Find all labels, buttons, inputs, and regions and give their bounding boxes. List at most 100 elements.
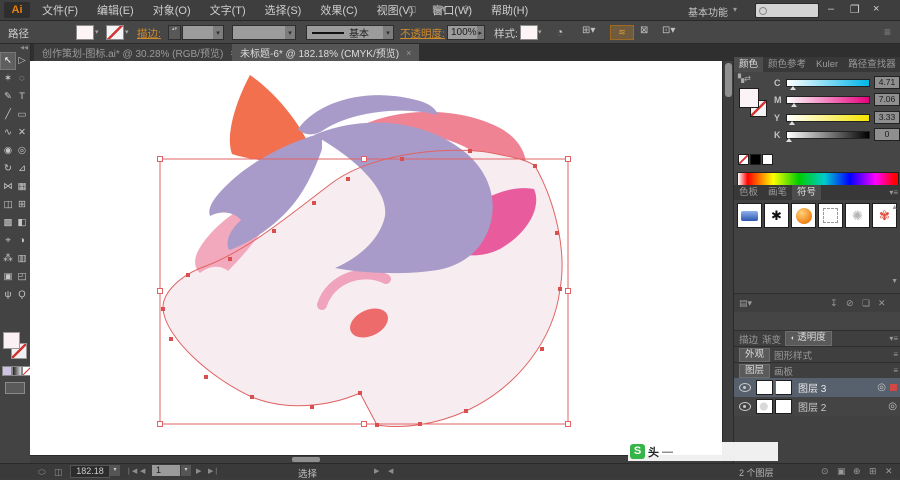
tool-symbol-sprayer[interactable]: ⁂ <box>1 251 15 267</box>
tool-line[interactable]: ╱ <box>1 107 15 123</box>
clipping-mask-icon[interactable]: ▣ <box>837 466 846 477</box>
scroll-up-icon[interactable]: ▲ <box>891 204 898 211</box>
opacity-field[interactable]: 100% ▸ <box>447 25 485 40</box>
layer-thumbnail[interactable] <box>775 380 792 395</box>
tool-direct-selection[interactable]: ▷ <box>15 53 29 69</box>
white-swatch[interactable] <box>762 154 773 165</box>
black-slider-thumb[interactable] <box>786 138 792 142</box>
menu-effect[interactable]: 效果(C) <box>320 2 357 18</box>
menu-file[interactable]: 文件(F) <box>42 2 78 18</box>
workspace-caret-icon[interactable]: ▾ <box>733 5 737 14</box>
tool-graph[interactable]: ▥ <box>15 251 29 267</box>
tool-hand[interactable]: ψ <box>1 287 15 303</box>
tab-swatches[interactable]: 色板 <box>734 185 763 200</box>
stroke-weight-dropdown[interactable]: ▾ <box>182 25 224 40</box>
first-artboard-icon[interactable]: ❘◀ <box>126 467 137 475</box>
tool-zoom[interactable]: Ϙ <box>15 287 29 303</box>
new-sublayer-icon[interactable]: ⊕ <box>853 466 861 477</box>
tool-slice[interactable]: ◰ <box>15 269 29 285</box>
delete-symbol-icon[interactable]: ✕ <box>878 298 886 309</box>
tool-pencil[interactable]: ◎ <box>15 143 29 159</box>
symbol-banner-blue[interactable] <box>737 203 762 228</box>
menu-type[interactable]: 文字(T) <box>210 2 246 18</box>
shape-mode-icon[interactable]: ≋ <box>610 25 634 40</box>
vertical-scrollbar-thumb[interactable] <box>725 63 732 97</box>
symbol-frame-dashed[interactable] <box>818 203 843 228</box>
gradient-mode-button[interactable] <box>12 366 22 376</box>
tool-type[interactable]: T <box>15 89 29 105</box>
recolor-artwork-icon[interactable]: ◔ <box>556 25 563 39</box>
none-swatch[interactable] <box>738 154 749 165</box>
share-icon[interactable]: ◫ <box>54 467 63 478</box>
menu-select[interactable]: 选择(S) <box>265 2 302 18</box>
tool-mesh[interactable]: ▩ <box>1 215 15 231</box>
splitter-right-icon[interactable]: ▶ <box>374 467 379 475</box>
brush-definition-dropdown[interactable]: 基本 ▾ <box>306 25 394 40</box>
delete-layer-icon[interactable]: ✕ <box>885 466 893 477</box>
tab-color[interactable]: 颜色 <box>734 57 764 72</box>
stroke-weight-label[interactable]: 描边: <box>137 26 161 41</box>
style-swatch[interactable] <box>520 25 538 40</box>
chevron-down-icon[interactable]: ▾ <box>213 26 223 39</box>
window-minimize-button[interactable]: – <box>828 3 834 15</box>
tool-pen[interactable]: ✎ <box>1 89 15 105</box>
color-mode-button[interactable] <box>2 366 12 376</box>
layer-name[interactable]: 图层 3 <box>798 380 826 395</box>
chevron-down-icon[interactable]: ▸ <box>476 26 484 39</box>
screen-mode-button[interactable] <box>5 382 25 394</box>
splitter-left-icon[interactable]: ◀ <box>388 467 393 475</box>
close-icon[interactable]: × <box>406 48 411 58</box>
toolbar-fill-swatch[interactable] <box>3 332 20 349</box>
symbol-library-icon[interactable]: ▤▾ <box>739 298 752 309</box>
tab-brushes[interactable]: 画笔 <box>763 185 792 200</box>
tool-selection[interactable]: ↖ <box>0 52 16 70</box>
tool-width[interactable]: ⋈ <box>1 179 15 195</box>
tools-panel-collapse-icon[interactable]: ◀◀ <box>0 45 30 51</box>
align-icon[interactable]: ⊞▾ <box>582 25 595 36</box>
tool-blend[interactable]: ◑ <box>15 233 29 249</box>
cyan-slider[interactable] <box>786 79 870 87</box>
tab-artboards[interactable]: 画板 <box>774 364 793 378</box>
bridge-icon[interactable]: ◻ <box>408 4 416 15</box>
magenta-value[interactable]: 7.06 <box>874 93 900 106</box>
tool-gradient[interactable]: ◧ <box>15 215 29 231</box>
tool-rectangle[interactable]: ▭ <box>15 107 29 123</box>
cyan-slider-thumb[interactable] <box>790 86 796 90</box>
yellow-slider[interactable] <box>786 114 870 122</box>
artboard-number-field[interactable]: 1 <box>152 465 180 476</box>
symbol-orb-orange[interactable] <box>791 203 816 228</box>
target-circle-icon[interactable]: ◎ <box>877 382 886 393</box>
visibility-eye-icon[interactable] <box>739 383 751 392</box>
document-tab-inactive[interactable]: 创作策划-图标.ai* @ 30.28% (RGB/预览) × <box>34 44 244 61</box>
black-value[interactable]: 0 <box>874 128 900 141</box>
panel-menu-icon[interactable]: ▾≡ <box>889 188 900 197</box>
new-symbol-icon[interactable]: ❏ <box>862 298 870 309</box>
black-swatch[interactable] <box>750 154 761 165</box>
isolate-icon[interactable]: ⊠ <box>640 25 648 36</box>
yellow-slider-thumb[interactable] <box>789 121 795 125</box>
zoom-caret-icon[interactable]: ▾ <box>110 465 120 476</box>
tab-appearance[interactable]: 外观 <box>739 347 771 362</box>
width-profile-dropdown[interactable]: ▾ <box>232 25 296 40</box>
stroke-weight-stepper[interactable]: ▴▾ <box>168 25 181 40</box>
tool-free-transform[interactable]: ▦ <box>15 179 29 195</box>
locate-object-icon[interactable]: ⊙ <box>821 466 829 477</box>
black-slider[interactable] <box>786 131 870 139</box>
swap-fill-stroke-icon[interactable]: ▚⇄ <box>738 74 751 83</box>
tool-artboard[interactable]: ▣ <box>1 269 15 285</box>
panel-menu-icon[interactable]: ▾≡ <box>889 334 900 343</box>
tool-perspective-grid[interactable]: ⊞ <box>15 197 29 213</box>
menu-edit[interactable]: 编辑(E) <box>97 2 134 18</box>
cyan-value[interactable]: 4.71 <box>874 76 900 89</box>
canvas[interactable] <box>30 61 722 455</box>
tab-stroke[interactable]: 描边 <box>739 332 758 346</box>
window-restore-button[interactable]: ❐ <box>850 3 860 16</box>
visibility-eye-icon[interactable] <box>739 402 751 411</box>
tab-symbols[interactable]: 符号 <box>792 185 822 200</box>
next-artboard-icon[interactable]: ▶ <box>196 467 201 475</box>
window-close-button[interactable]: × <box>873 3 879 15</box>
cs-live-icon[interactable]: ⟐ <box>462 4 470 15</box>
document-tab-active[interactable]: 未标题-6* @ 182.18% (CMYK/预览) × <box>232 44 420 61</box>
tool-lasso[interactable]: ◌ <box>15 71 29 87</box>
tab-color-guide[interactable]: 颜色参考 <box>763 57 811 72</box>
